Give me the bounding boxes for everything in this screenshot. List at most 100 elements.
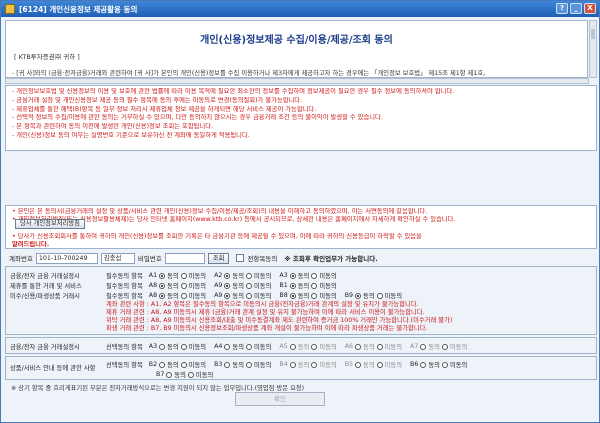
consent-document[interactable]: 개인(신용)정보제공 수집/이용/제공/조회 동의 [ KTB투자증권㈜ 귀하 …	[5, 20, 588, 78]
consent-panel-mandatory: 금융/전자 금융 거래설정시 제휴를 통한 거래 및 서비스 미수/신용/파생상…	[5, 266, 597, 335]
b3-disagree-radio[interactable]	[246, 361, 252, 368]
agree-label: 동의	[428, 362, 440, 369]
disagree-label: 미동의	[384, 344, 403, 351]
a8-agree-radio[interactable]	[159, 292, 166, 299]
consent-window: [6124] 개인신용정보 제공활용 동의 ? _ X 개인(신용)정보제공 수…	[0, 0, 600, 423]
notice-line: • 개인정보처리방침(또는 신용정보활용체제)는 당사 인터넷 홈페이지(www…	[12, 216, 456, 223]
document-body: - [귀 사]와의 (금융·전자금융)거래와 관련하여 [귀 사]가 본인의 개…	[12, 70, 486, 77]
notice-line: - 제휴업체를 통한 혜택(B)항목 등 일부 정보 처리시 제휴업체 정보 제…	[12, 105, 317, 113]
a6-agree-radio[interactable]	[355, 343, 362, 350]
b1-disagree-radio[interactable]	[311, 282, 318, 289]
panel2-title: 금융/전자 금융 거래설정시	[10, 344, 80, 351]
title-bar[interactable]: [6124] 개인신용정보 제공활용 동의 ? _ X	[1, 1, 599, 17]
disagree-label: 미동의	[319, 273, 337, 280]
a7-agree-radio[interactable]	[420, 343, 427, 350]
b7-disagree-radio[interactable]	[187, 371, 194, 378]
a2-agree-radio[interactable]	[224, 272, 231, 279]
a8-disagree-radio[interactable]	[180, 282, 187, 289]
b5-disagree-radio[interactable]	[376, 361, 383, 368]
code-a9: A9	[214, 292, 223, 299]
b2-agree-radio[interactable]	[159, 361, 166, 368]
b1-agree-radio[interactable]	[289, 282, 296, 289]
a9-disagree-radio[interactable]	[246, 292, 252, 299]
a6-disagree-radio[interactable]	[376, 343, 383, 350]
code-a8: A8	[148, 282, 158, 289]
a9-agree-radio[interactable]	[224, 292, 231, 299]
disagree-label: 미동의	[254, 283, 272, 290]
a3-agree-radio[interactable]	[289, 272, 296, 279]
optional-label: 선택동의 항목	[106, 344, 143, 351]
b4-agree-radio[interactable]	[289, 361, 296, 368]
a7-disagree-radio[interactable]	[441, 343, 448, 350]
confirm-button[interactable]: 확인	[235, 392, 325, 406]
b8-disagree-radio[interactable]	[311, 292, 318, 299]
a1-disagree-radio[interactable]	[180, 272, 187, 279]
agree-label: 동의	[232, 283, 244, 290]
a5-agree-radio[interactable]	[289, 343, 296, 350]
code-b9: B9	[344, 292, 354, 299]
code-a3: A3	[279, 272, 288, 279]
code-a1: A1	[148, 272, 158, 279]
query-hint: ※ 조회후 확인업무가 가능합니다.	[284, 255, 378, 263]
optional-label: 선택동의 항목	[106, 362, 143, 369]
help-button[interactable]: ?	[556, 3, 568, 14]
b6-agree-radio[interactable]	[420, 361, 427, 368]
b6-disagree-radio[interactable]	[441, 361, 448, 368]
all-consent-checkbox[interactable]	[236, 254, 245, 262]
horizontal-scrollbar[interactable]	[5, 78, 589, 84]
account-holder-name: 김충섭	[100, 252, 135, 264]
b5-agree-radio[interactable]	[355, 361, 362, 368]
b2-disagree-radio[interactable]	[180, 361, 187, 368]
notice-box-bottom: • 본인은 본 동의서(금융거래의 설정 및 상품/서비스 관련 개인(신용)정…	[5, 205, 597, 249]
agree-label: 동의	[232, 273, 244, 280]
code-b5: B5	[344, 361, 354, 368]
document-title: 개인(신용)정보제공 수집/이용/제공/조회 동의	[200, 35, 393, 46]
b4-disagree-radio[interactable]	[311, 361, 318, 368]
code-a7: A7	[410, 343, 419, 350]
mandatory-label: 필수동의 항목	[106, 283, 143, 290]
mandatory-label: 필수동의 항목	[106, 273, 143, 280]
b9-disagree-radio[interactable]	[376, 292, 383, 299]
a8-agree-radio[interactable]	[159, 282, 166, 289]
a1-agree-radio[interactable]	[159, 272, 166, 279]
panel1-note: 위탁 거래 관련 : A8, A9 미동의시 신용조회/대출 및 미수동결계좌 …	[106, 317, 453, 324]
disagree-label: 미동의	[449, 344, 468, 351]
password-input[interactable]	[164, 252, 205, 264]
disagree-label: 미동의	[188, 293, 207, 300]
notice-line: - 금융거래 설정 및 개인신용정보 제공 동의 필수 항목에 동의 후에는 미…	[12, 96, 303, 104]
a9-agree-radio[interactable]	[224, 282, 231, 289]
a4-disagree-radio[interactable]	[246, 343, 252, 350]
a3-disagree-radio[interactable]	[311, 272, 318, 279]
b8-agree-radio[interactable]	[289, 292, 296, 299]
b3-agree-radio[interactable]	[224, 361, 231, 368]
a4-agree-radio[interactable]	[224, 343, 231, 350]
privacy-policy-button[interactable]: 당사 개인정보처리방침	[15, 219, 85, 229]
footer-note: ※ 상기 항목 중 흐리게표기된 부분은 전자거래방식으로는 변경 지원이 되지…	[11, 385, 305, 392]
a2-disagree-radio[interactable]	[246, 272, 252, 279]
a8-disagree-radio[interactable]	[180, 292, 187, 299]
disagree-label: 미동의	[254, 293, 272, 300]
code-a4: A4	[214, 343, 223, 350]
code-b6: B6	[410, 361, 419, 368]
b7-agree-radio[interactable]	[166, 371, 173, 378]
panel1-note: 파생 거래 관련 : B7, B9 미동의시 신용정보조회/파생상품 계좌 개설…	[106, 325, 428, 332]
query-button[interactable]: 조회	[207, 252, 230, 264]
disagree-label: 미동의	[188, 362, 207, 369]
disagree-label: 미동의	[319, 362, 337, 369]
b9-agree-radio[interactable]	[355, 292, 362, 299]
scroll-thumb[interactable]	[591, 29, 595, 39]
agree-label: 동의	[174, 372, 186, 379]
a5-disagree-radio[interactable]	[311, 343, 318, 350]
vertical-scrollbar[interactable]	[589, 20, 597, 78]
minimize-button[interactable]: _	[570, 3, 582, 14]
close-button[interactable]: X	[584, 3, 596, 14]
a3-disagree-radio[interactable]	[180, 343, 187, 350]
code-b7: B7	[156, 371, 165, 378]
notice-line: • 본인은 본 동의서(금융거래의 설정 및 상품/서비스 관련 개인(신용)정…	[12, 208, 428, 215]
agree-label: 동의	[167, 273, 179, 280]
account-number-input[interactable]: 101-10-700249	[35, 252, 98, 264]
password-label: 비밀번호	[137, 255, 162, 263]
panel1-title-line: 제휴를 통한 거래 및 서비스	[10, 283, 82, 290]
a3-agree-radio[interactable]	[159, 343, 166, 350]
a9-disagree-radio[interactable]	[246, 282, 252, 289]
